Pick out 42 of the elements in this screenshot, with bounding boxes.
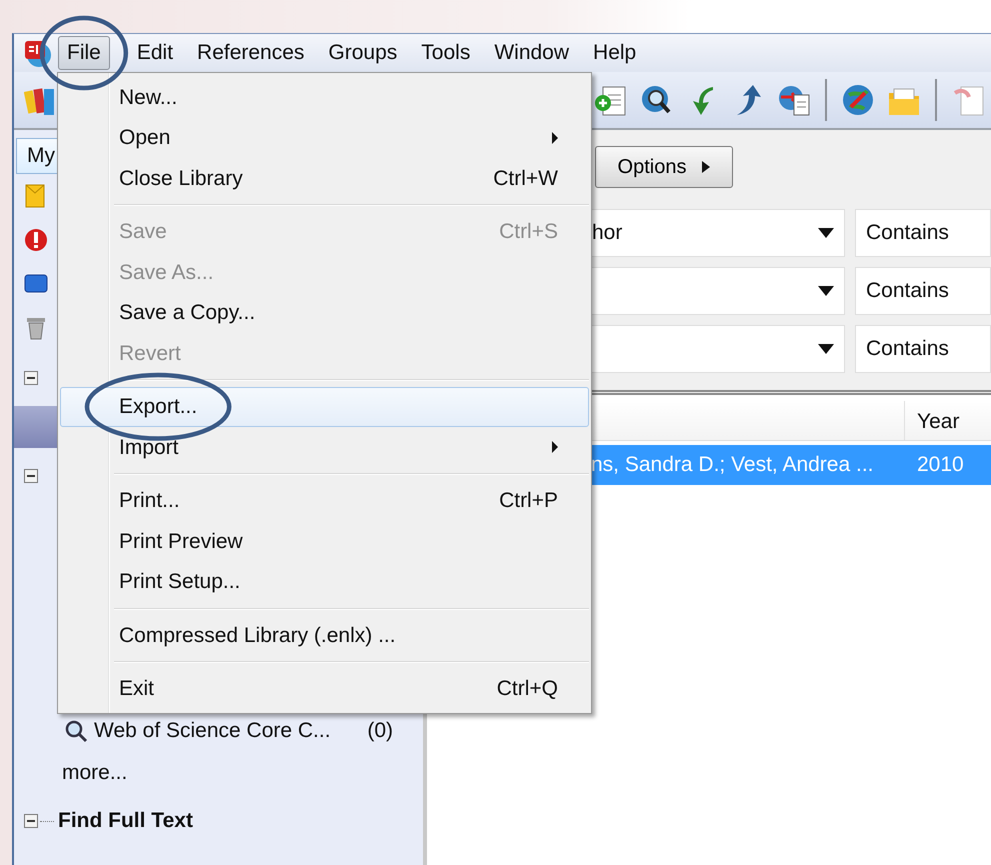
menu-item[interactable]: Tools <box>412 36 480 70</box>
search-icon <box>64 719 88 743</box>
app-logo-icon <box>22 38 54 68</box>
menu-item[interactable]: Compressed Library (.enlx) ... <box>60 615 589 656</box>
menu-item[interactable]: Exit Ctrl+Q <box>60 668 589 709</box>
dropdown-caret-icon <box>818 286 834 296</box>
collapse-icon[interactable] <box>24 371 38 385</box>
collapse-icon[interactable] <box>24 814 38 828</box>
alert-icon <box>24 227 48 253</box>
more-link[interactable]: more... <box>62 757 128 789</box>
dropdown-caret-icon <box>818 228 834 238</box>
globe-icon[interactable] <box>841 83 876 117</box>
operator-dropdown[interactable]: Contains <box>855 267 991 315</box>
count: (0) <box>367 718 393 744</box>
operator-dropdown[interactable]: Contains <box>855 325 991 373</box>
menu-item[interactable]: Groups <box>319 36 406 70</box>
dropdown-caret-icon <box>818 344 834 354</box>
group-heading[interactable]: Find Full Text <box>58 805 193 837</box>
menu-item[interactable]: Close Library Ctrl+W <box>60 158 589 198</box>
trash-icon <box>24 315 48 341</box>
menu-item[interactable]: Help <box>584 36 646 70</box>
column-header[interactable]: Year <box>905 401 960 440</box>
globe-page-icon[interactable] <box>777 83 812 117</box>
table-cell-text: ns, Sandra D.; Vest, Andrea ... <box>590 452 874 478</box>
table-cell-text: 2010 <box>917 452 964 478</box>
menu-item[interactable]: File <box>58 36 110 70</box>
caret-icon <box>702 161 710 173</box>
menu-item[interactable]: Print Preview <box>60 521 589 562</box>
menu-item[interactable]: Export... <box>60 386 589 427</box>
collapse-icon[interactable] <box>24 469 38 483</box>
submenu-arrow-icon <box>552 132 558 144</box>
dropdown-value: hor <box>592 220 622 246</box>
menu-item[interactable]: Edit <box>128 36 182 70</box>
menu-item[interactable]: Open <box>60 118 589 158</box>
options-button[interactable]: Options <box>595 146 733 188</box>
menu-item[interactable]: References <box>188 36 314 70</box>
operator-dropdown[interactable]: Contains <box>855 209 991 257</box>
online-search-item[interactable]: Web of Science Core C... <box>94 715 331 747</box>
menu-item[interactable]: Save a Copy... <box>60 292 589 333</box>
menu-item[interactable]: Print Setup... <box>60 562 589 602</box>
menu-item[interactable]: Window <box>485 36 578 70</box>
submenu-arrow-icon <box>552 441 558 454</box>
